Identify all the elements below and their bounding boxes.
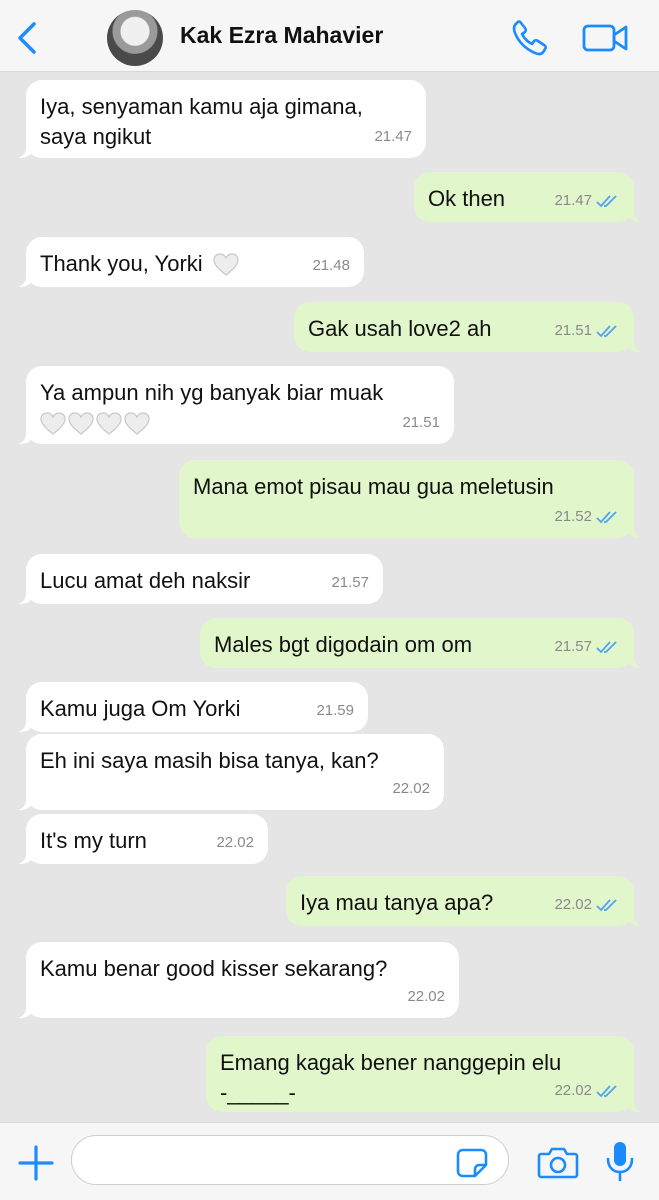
message-bubble[interactable]: Mana emot pisau mau gua meletusin 21.52 bbox=[179, 460, 650, 538]
message-text: Lucu amat deh naksir bbox=[40, 568, 251, 593]
plus-icon[interactable] bbox=[16, 1143, 56, 1183]
message-text: Thank you, Yorki bbox=[40, 251, 203, 276]
double-check-icon bbox=[596, 325, 617, 338]
message-input[interactable] bbox=[71, 1135, 509, 1185]
white-heart-icon bbox=[96, 412, 122, 435]
chat-header: Kak Ezra Mahavier bbox=[0, 0, 659, 72]
message-time: 21.51 bbox=[402, 414, 440, 431]
white-heart-icon bbox=[68, 412, 94, 435]
message-text: Kamu benar good kisser sekarang? bbox=[40, 956, 388, 981]
message-bubble[interactable]: Emang kagak bener nanggepin elu -_____- … bbox=[206, 1036, 650, 1112]
message-text: Kamu juga Om Yorki bbox=[40, 696, 241, 721]
message-time: 21.51 bbox=[554, 322, 592, 339]
message-bubble[interactable]: It's my turn 22.02 bbox=[10, 814, 268, 864]
white-heart-icon bbox=[213, 253, 239, 276]
message-bubble[interactable]: Iya mau tanya apa? 22.02 bbox=[286, 876, 650, 926]
message-text: Mana emot pisau mau gua meletusin bbox=[193, 474, 554, 499]
message-composer bbox=[0, 1122, 659, 1200]
message-text: Eh ini saya masih bisa tanya, kan? bbox=[40, 748, 379, 773]
double-check-icon bbox=[596, 195, 617, 208]
message-bubble[interactable]: Kamu benar good kisser sekarang? 22.02 bbox=[10, 942, 459, 1018]
message-time: 21.57 bbox=[554, 638, 592, 655]
message-list[interactable]: Iya, senyaman kamu aja gimana, saya ngik… bbox=[0, 72, 659, 1122]
double-check-icon bbox=[596, 641, 617, 654]
white-heart-icon bbox=[40, 412, 66, 435]
double-check-icon bbox=[596, 511, 617, 524]
message-time: 21.57 bbox=[331, 574, 369, 591]
camera-icon[interactable] bbox=[536, 1143, 580, 1181]
message-text: Ya ampun nih yg banyak biar muak bbox=[40, 380, 384, 405]
message-bubble[interactable]: Ok then 21.47 bbox=[414, 172, 650, 222]
avatar[interactable] bbox=[107, 10, 163, 66]
microphone-icon[interactable] bbox=[602, 1139, 638, 1183]
message-bubble[interactable]: Males bgt digodain om om 21.57 bbox=[200, 618, 650, 668]
message-time: 21.47 bbox=[554, 192, 592, 209]
double-check-icon bbox=[596, 1085, 617, 1098]
message-time: 22.02 bbox=[554, 1082, 592, 1099]
phone-icon[interactable] bbox=[508, 18, 552, 58]
message-time: 22.02 bbox=[216, 834, 254, 851]
message-time: 22.02 bbox=[407, 988, 445, 1005]
video-camera-icon[interactable] bbox=[580, 18, 630, 58]
double-check-icon bbox=[596, 899, 617, 912]
message-bubble[interactable]: Iya, senyaman kamu aja gimana, saya ngik… bbox=[10, 80, 426, 158]
message-bubble[interactable]: Eh ini saya masih bisa tanya, kan? 22.02 bbox=[10, 734, 444, 810]
white-heart-icon bbox=[124, 412, 150, 435]
message-time: 21.48 bbox=[312, 257, 350, 274]
message-time: 21.47 bbox=[374, 128, 412, 145]
contact-name[interactable]: Kak Ezra Mahavier bbox=[180, 22, 383, 49]
message-time: 21.59 bbox=[316, 702, 354, 719]
message-time: 21.52 bbox=[554, 508, 592, 525]
message-bubble[interactable]: Lucu amat deh naksir 21.57 bbox=[10, 554, 383, 604]
chevron-left-icon[interactable] bbox=[8, 18, 48, 58]
message-bubble[interactable]: Gak usah love2 ah 21.51 bbox=[294, 302, 650, 352]
message-time: 22.02 bbox=[554, 896, 592, 913]
message-bubble[interactable]: Ya ampun nih yg banyak biar muak 21.51 bbox=[10, 366, 454, 444]
message-text: Iya, senyaman kamu aja gimana, saya ngik… bbox=[40, 94, 363, 149]
hearts-emoji-group bbox=[40, 412, 150, 436]
message-time: 22.02 bbox=[392, 780, 430, 797]
sticker-icon[interactable] bbox=[455, 1147, 489, 1179]
message-bubble[interactable]: Thank you, Yorki 21.48 bbox=[10, 237, 364, 287]
message-bubble[interactable]: Kamu juga Om Yorki 21.59 bbox=[10, 682, 368, 732]
